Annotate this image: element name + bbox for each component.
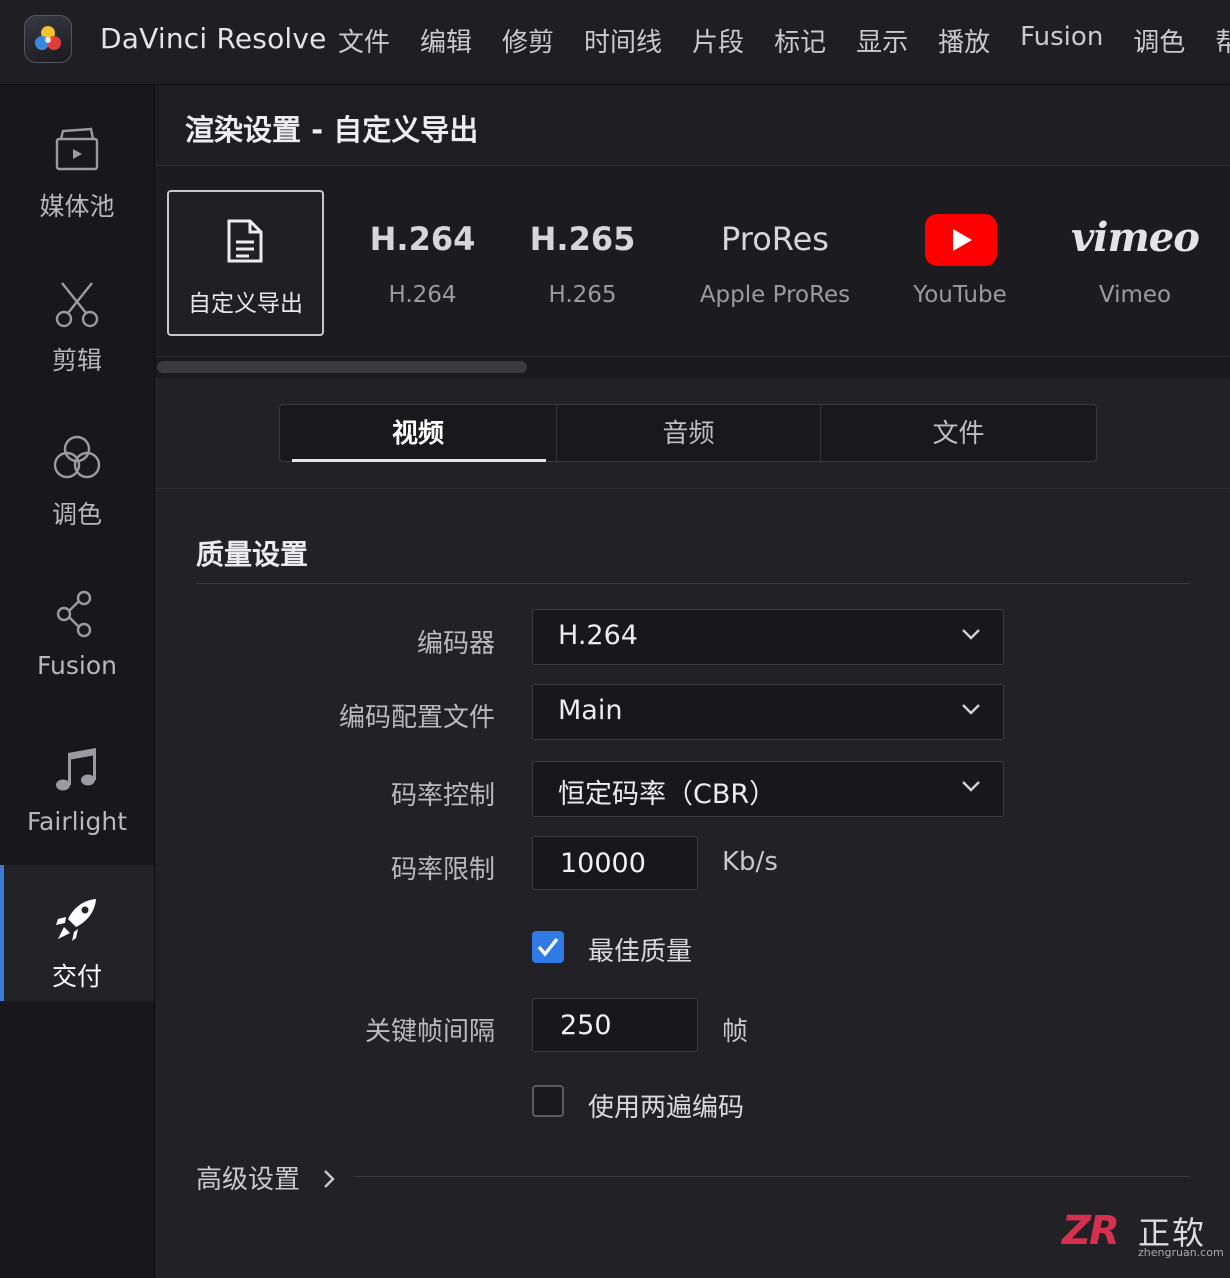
preset-label: YouTube: [913, 282, 1007, 308]
preset-title: ProRes: [721, 220, 829, 258]
preset-prores[interactable]: ProRes Apple ProRes: [680, 190, 870, 332]
chevron-right-icon[interactable]: [323, 1169, 335, 1189]
profile-label: 编码配置文件: [338, 703, 495, 733]
preset-label: Vimeo: [1098, 282, 1172, 308]
sidebar-item-fusion[interactable]: Fusion: [0, 559, 154, 695]
menu-file[interactable]: 文件: [338, 22, 390, 59]
menu-timeline[interactable]: 时间线: [584, 22, 662, 59]
render-presets: 自定义导出 H.264 H.264 H.265 H.265 ProRes App…: [155, 166, 1230, 357]
menu-edit[interactable]: 编辑: [420, 22, 472, 59]
preset-label: Apple ProRes: [699, 282, 851, 308]
music-note-icon: [52, 745, 102, 795]
tab-video[interactable]: 视频: [280, 405, 557, 462]
advanced-settings-toggle[interactable]: 高级设置: [196, 1159, 300, 1196]
sidebar-item-label: 媒体池: [39, 192, 115, 221]
divider: [196, 583, 1190, 584]
checkmark-icon: [537, 937, 559, 957]
davinci-logo-icon[interactable]: [24, 15, 72, 63]
media-pool-icon: [52, 125, 102, 175]
section-title: 质量设置: [196, 538, 309, 571]
menu-mark[interactable]: 标记: [774, 22, 826, 59]
menu-view[interactable]: 显示: [856, 22, 908, 59]
menu-clip[interactable]: 片段: [692, 22, 744, 59]
vimeo-logo: vimeo: [1071, 214, 1200, 261]
two-pass-checkbox[interactable]: [532, 1085, 564, 1117]
bitrate-unit: Kb/s: [722, 847, 778, 877]
sidebar-item-label: 剪辑: [51, 346, 102, 375]
preset-title: H.265: [529, 220, 636, 258]
document-icon: [225, 218, 265, 268]
tab-audio[interactable]: 音频: [557, 405, 821, 461]
rate-control-select[interactable]: 恒定码率（CBR）: [532, 761, 1004, 817]
chevron-down-icon: [962, 704, 980, 715]
youtube-icon: [925, 214, 997, 270]
main-menu: 文件 编辑 修剪 时间线 片段 标记 显示 播放 Fusion 调色 帮助: [338, 22, 1230, 59]
profile-select[interactable]: Main: [532, 684, 1004, 740]
color-wheels-icon: [52, 433, 102, 483]
quality-settings: 质量设置 编码器 H.264 编码配置文件 Main 码率控制 恒定码率（CBR…: [155, 489, 1230, 1278]
sidebar-item-color[interactable]: 调色: [0, 403, 154, 539]
render-settings-header: 渲染设置 - 自定义导出: [155, 85, 1230, 166]
preset-label: H.264: [388, 282, 457, 308]
chevron-down-icon: [962, 629, 980, 640]
watermark-logo: ZR 正软 zhengruan.com: [1058, 1208, 1224, 1264]
profile-value: Main: [558, 695, 623, 726]
preset-h264[interactable]: H.264 H.264: [345, 190, 500, 332]
keyframe-unit: 帧: [722, 1017, 749, 1047]
menu-fusion[interactable]: Fusion: [1020, 22, 1103, 59]
sidebar-item-fairlight[interactable]: Fairlight: [0, 715, 154, 851]
sidebar-item-edit[interactable]: 剪辑: [0, 249, 154, 385]
tabs-area: 视频 音频 文件: [155, 378, 1230, 489]
preset-title: H.264: [369, 220, 476, 258]
menu-bar: DaVinci Resolve 文件 编辑 修剪 时间线 片段 标记 显示 播放…: [0, 0, 1230, 85]
scrollbar-thumb[interactable]: [157, 361, 527, 373]
sidebar-item-deliver[interactable]: 交付: [0, 865, 154, 1001]
codec-label: 编码器: [416, 629, 495, 659]
sidebar-item-label: 调色: [51, 500, 102, 529]
fusion-nodes-icon: [52, 589, 102, 639]
preset-h265[interactable]: H.265 H.265: [505, 190, 660, 332]
best-quality-label: 最佳质量: [588, 937, 693, 967]
settings-tabs: 视频 音频 文件: [279, 404, 1097, 462]
preset-custom-export[interactable]: 自定义导出: [167, 190, 324, 336]
preset-label: H.265: [548, 282, 617, 308]
sidebar-item-label: Fusion: [37, 651, 117, 680]
preset-label: 自定义导出: [188, 291, 303, 317]
app-name: DaVinci Resolve: [100, 22, 327, 55]
sidebar-item-label: Fairlight: [26, 807, 128, 836]
bitrate-input[interactable]: [532, 836, 698, 890]
scissors-icon: [52, 279, 102, 329]
page-title: 渲染设置 - 自定义导出: [185, 113, 479, 147]
watermark-url: zhengruan.com: [1138, 1246, 1224, 1259]
keyframe-input[interactable]: [532, 998, 698, 1052]
divider: [355, 1176, 1190, 1177]
preset-vimeo[interactable]: vimeo Vimeo: [1060, 190, 1210, 332]
rocket-icon: [52, 895, 102, 945]
sidebar-item-label: 交付: [51, 962, 102, 991]
codec-select[interactable]: H.264: [532, 609, 1004, 665]
codec-value: H.264: [558, 620, 638, 651]
menu-playback[interactable]: 播放: [938, 22, 990, 59]
watermark-mark: ZR: [1062, 1208, 1120, 1254]
bitrate-label: 码率限制: [390, 855, 495, 885]
menu-help[interactable]: 帮助: [1215, 22, 1230, 59]
menu-color[interactable]: 调色: [1133, 22, 1185, 59]
page-sidebar: 媒体池 剪辑 调色 Fusion Fairlight 交付: [0, 85, 155, 1278]
rate-control-value: 恒定码率（CBR）: [558, 779, 777, 810]
sidebar-item-media-pool[interactable]: 媒体池: [0, 95, 154, 231]
chevron-down-icon: [962, 781, 980, 792]
two-pass-label: 使用两遍编码: [588, 1093, 745, 1123]
best-quality-checkbox[interactable]: [532, 931, 564, 963]
tab-file[interactable]: 文件: [821, 405, 1096, 461]
preset-youtube[interactable]: YouTube: [895, 190, 1025, 332]
keyframe-label: 关键帧间隔: [364, 1017, 495, 1047]
presets-scrollbar[interactable]: [155, 357, 1230, 377]
rate-control-label: 码率控制: [390, 781, 495, 811]
menu-trim[interactable]: 修剪: [502, 22, 554, 59]
